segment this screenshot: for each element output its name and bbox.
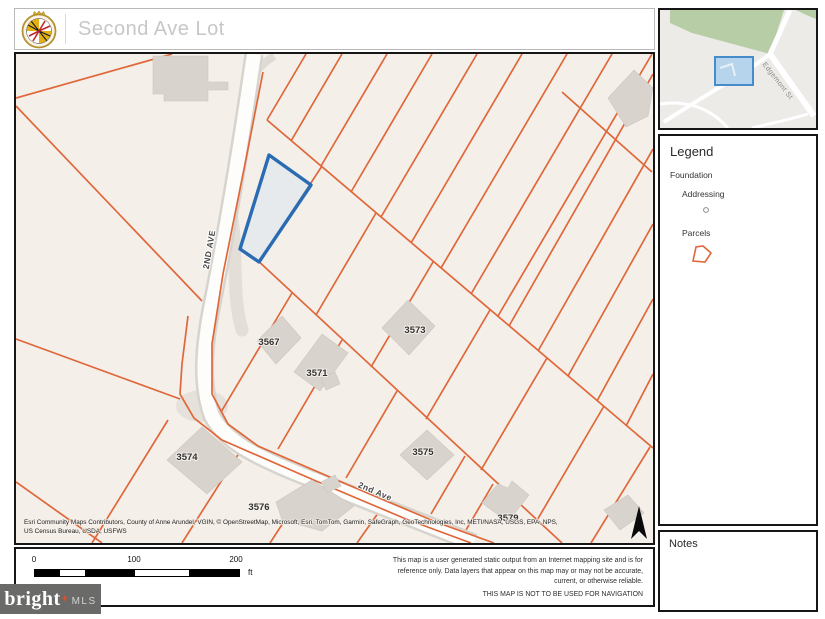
scale-unit: ft — [248, 568, 252, 577]
brand-word: bright — [4, 588, 60, 611]
parcel-label: 3571 — [306, 368, 328, 379]
brightmls-logo: bright + MLS — [0, 584, 101, 614]
legend-group-foundation: Foundation — [670, 170, 816, 180]
maryland-seal-logo — [19, 9, 59, 49]
scale-bar — [34, 569, 240, 577]
parcel-polygon-icon — [690, 244, 714, 264]
addressing-point-icon — [702, 206, 710, 214]
legend-item-parcels: Parcels — [682, 228, 816, 238]
main-map: 3567 3571 3573 3574 3575 3576 3579 2ND A… — [14, 52, 655, 545]
disclaimer-warning: THIS MAP IS NOT TO BE USED FOR NAVIGATIO… — [483, 591, 643, 598]
legend-item-addressing: Addressing — [682, 189, 816, 199]
scale-tick: 100 — [127, 555, 140, 564]
parcel-label: 3575 — [412, 447, 434, 458]
parcel-label: 3574 — [176, 452, 198, 463]
parcel-label: 3573 — [404, 325, 425, 336]
map-attribution-line2: US Census Bureau, USDA, USFWS — [24, 528, 127, 535]
brand-star-icon: + — [62, 594, 68, 605]
parcel-label: 3567 — [258, 337, 279, 348]
map-footer: 0 100 200 ft This map is a user generate… — [14, 547, 655, 607]
brand-suffix: MLS — [72, 596, 97, 607]
legend-panel: Legend Foundation Addressing Parcels — [658, 134, 818, 526]
scale-tick: 0 — [32, 555, 36, 564]
scale-tick: 200 — [229, 555, 242, 564]
map-report-page: Second Ave Lot — [0, 0, 825, 619]
disclaimer-text: This map is a user generated static outp… — [383, 556, 643, 588]
map-attribution-line1: Esri Community Maps Contributors, County… — [24, 518, 558, 526]
header-divider — [65, 14, 66, 44]
inset-canvas: Edgemont St — [660, 10, 816, 128]
parcel-label: 3576 — [248, 502, 269, 513]
map-canvas: 3567 3571 3573 3574 3575 3576 3579 2ND A… — [16, 54, 653, 543]
notes-title: Notes — [669, 538, 816, 550]
header-bar: Second Ave Lot — [14, 8, 655, 50]
notes-panel: Notes — [658, 530, 818, 612]
overview-inset-map: Edgemont St — [658, 8, 818, 130]
legend-title: Legend — [670, 144, 816, 159]
page-title: Second Ave Lot — [78, 18, 225, 41]
